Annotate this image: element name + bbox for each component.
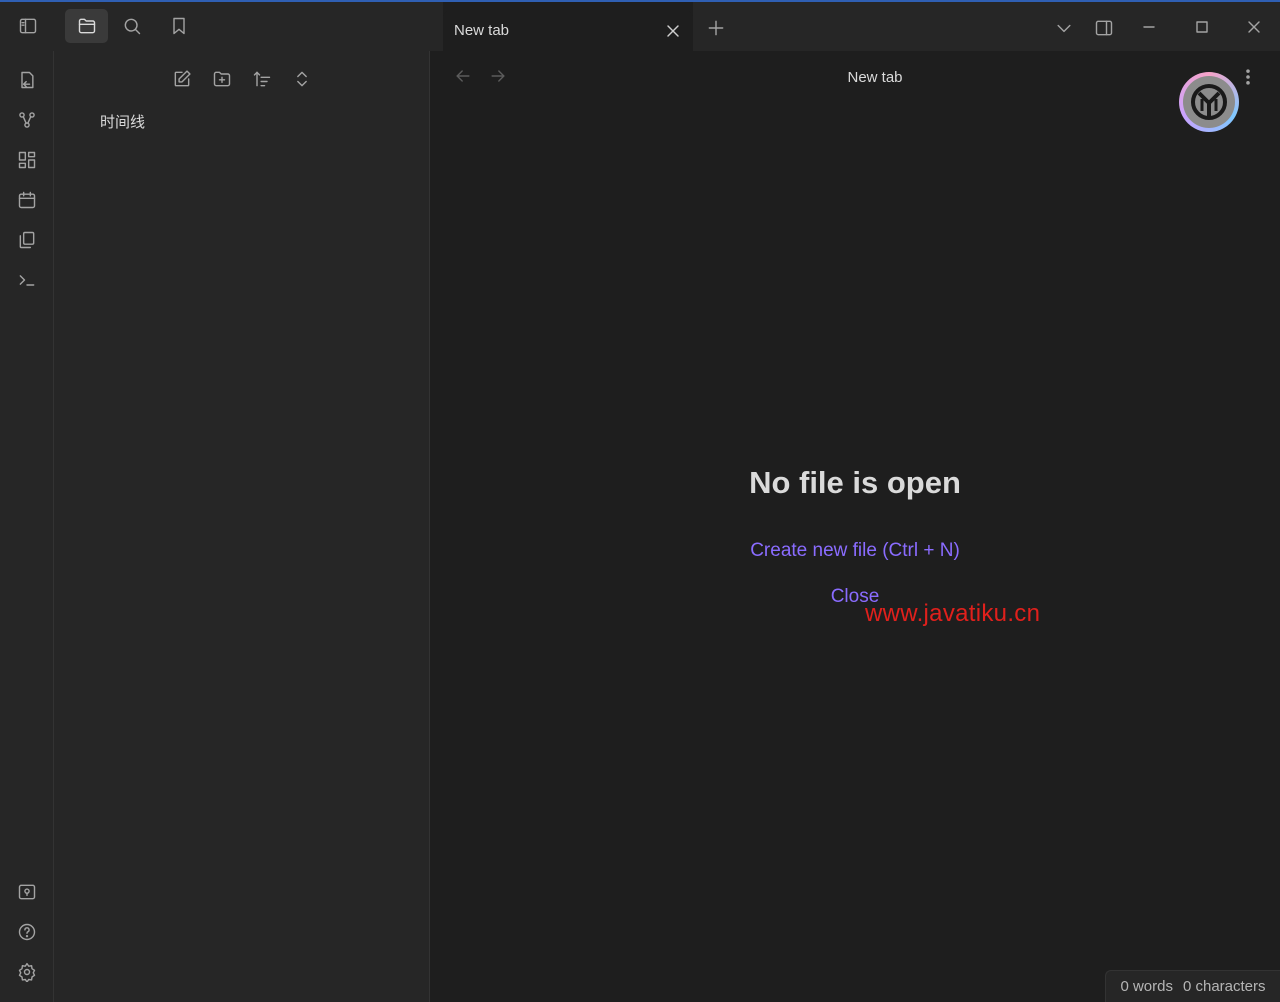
sort-icon[interactable] xyxy=(244,62,280,96)
canvas-icon[interactable] xyxy=(7,143,47,177)
chevron-down-icon[interactable] xyxy=(1050,14,1078,42)
more-options-icon[interactable] xyxy=(1238,65,1258,89)
new-tab-icon[interactable] xyxy=(702,14,730,42)
bookmark-icon[interactable] xyxy=(160,9,198,43)
view-title: New tab xyxy=(847,69,903,86)
graph-icon[interactable] xyxy=(7,103,47,137)
word-count: 0 words xyxy=(1120,978,1173,995)
settings-icon[interactable] xyxy=(7,955,47,989)
switcher-icon[interactable] xyxy=(7,63,47,97)
calendar-icon[interactable] xyxy=(7,183,47,217)
vault-icon[interactable] xyxy=(7,875,47,909)
tree-item-folder[interactable]: 时间线 xyxy=(100,111,145,132)
avatar[interactable] xyxy=(1179,72,1239,132)
app-window: 时间线 New tab New tab No file is open Crea… xyxy=(0,0,1280,1002)
folder-icon[interactable] xyxy=(65,9,108,43)
ribbon xyxy=(0,51,54,1002)
status-bar: 0 words 0 characters xyxy=(1105,970,1280,1002)
window-close-icon[interactable] xyxy=(1240,13,1268,41)
watermark: www.javatiku.cn xyxy=(865,600,1041,627)
close-link[interactable]: Close xyxy=(430,586,1280,608)
sidebar-toggle-icon[interactable] xyxy=(8,8,48,44)
empty-state-title: No file is open xyxy=(749,465,961,500)
create-new-file-link[interactable]: Create new file (Ctrl + N) xyxy=(430,540,1280,562)
new-folder-icon[interactable] xyxy=(204,62,240,96)
search-icon[interactable] xyxy=(113,9,151,43)
file-explorer: 时间线 xyxy=(54,51,430,1002)
main-view: New tab No file is open Create new file … xyxy=(430,51,1280,1002)
maximize-icon[interactable] xyxy=(1188,13,1216,41)
terminal-icon[interactable] xyxy=(7,263,47,297)
help-icon[interactable] xyxy=(7,915,47,949)
character-count: 0 characters xyxy=(1182,978,1266,995)
right-sidebar-icon[interactable] xyxy=(1089,13,1119,43)
expand-collapse-icon[interactable] xyxy=(284,62,320,96)
new-note-icon[interactable] xyxy=(164,62,200,96)
tab-title: New tab xyxy=(454,22,510,39)
tab-new-tab[interactable]: New tab xyxy=(443,10,693,51)
avatar-logo-icon xyxy=(1183,76,1235,128)
minimize-icon[interactable] xyxy=(1135,13,1163,41)
templates-icon[interactable] xyxy=(7,223,47,257)
close-icon[interactable] xyxy=(661,19,685,43)
